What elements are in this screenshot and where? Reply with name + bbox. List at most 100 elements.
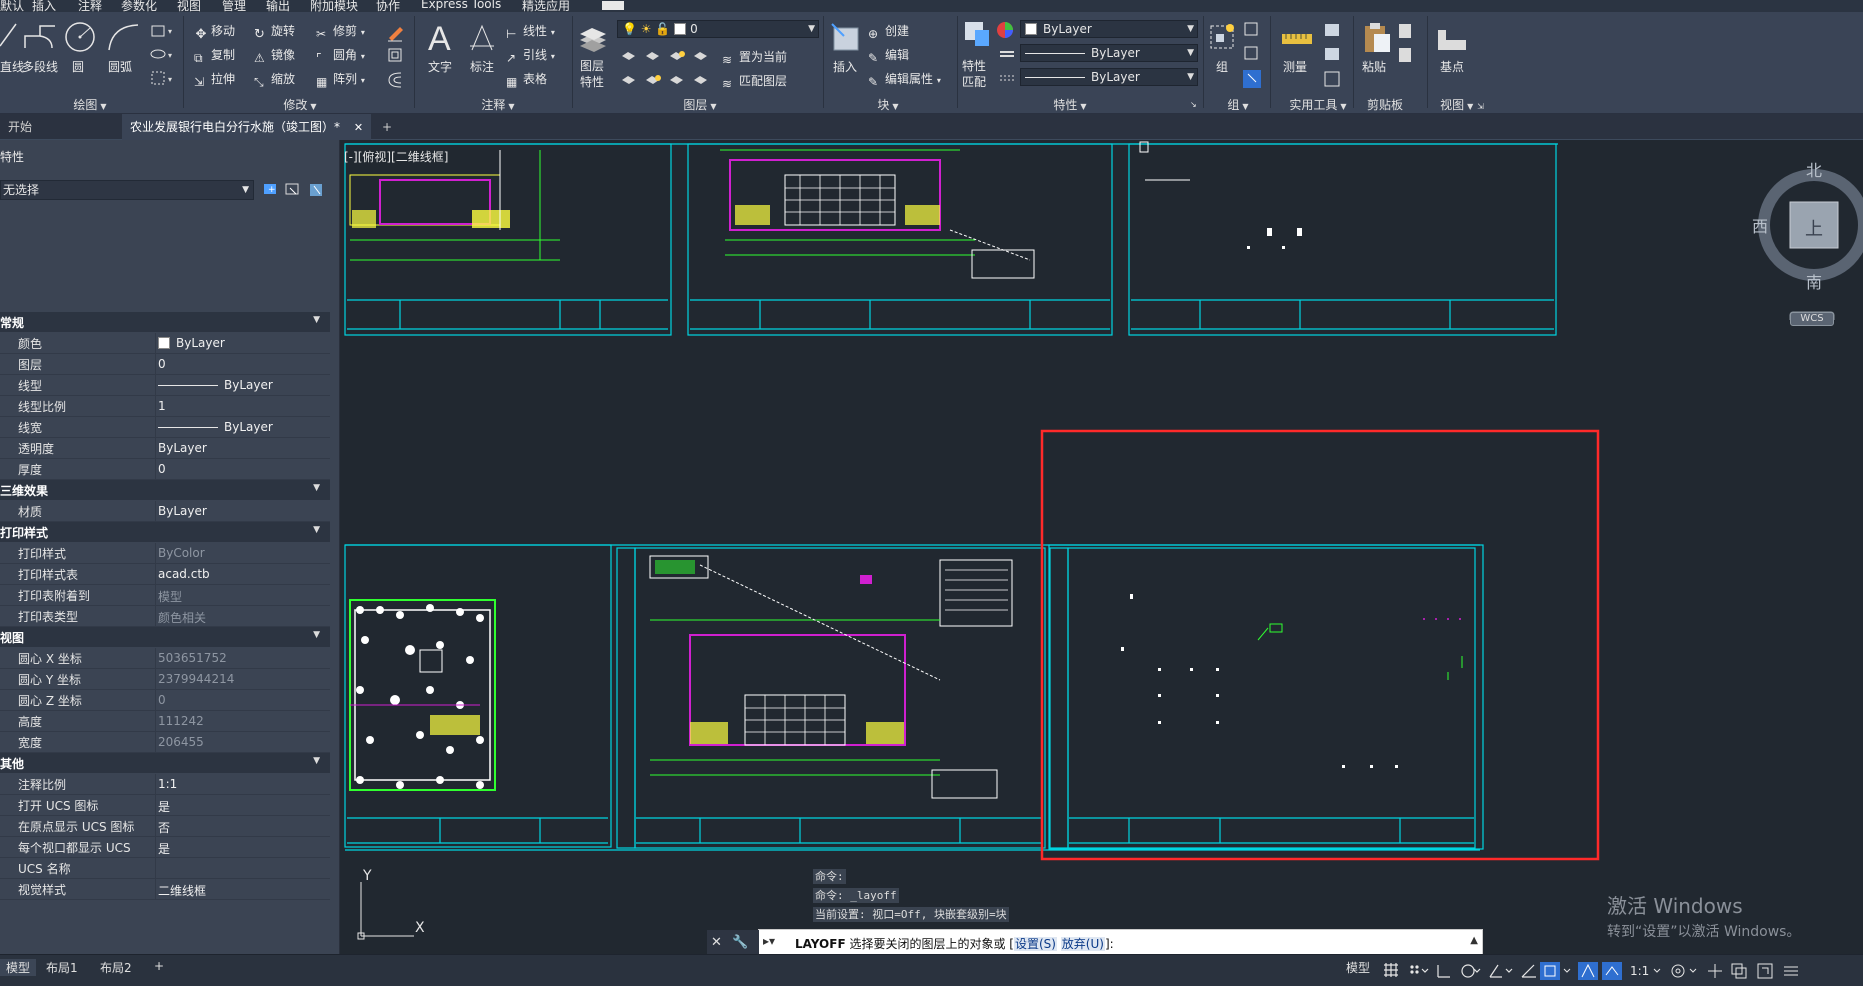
edit-block-button[interactable]: ✎ 编辑 <box>868 46 909 65</box>
clipboard-panel-title[interactable]: 剪贴板 <box>1335 96 1435 112</box>
tab-active-drawing[interactable]: 农业发展银行电白分行水施（竣工图）* ✕ <box>122 114 372 140</box>
draw-panel-title[interactable]: 绘图 ▼ <box>40 96 140 112</box>
property-row[interactable]: 圆心 Z 坐标 0 <box>0 690 330 711</box>
mirror-button[interactable]: ⚠ 镜像 <box>254 46 295 65</box>
block-panel-title[interactable]: 块 ▼ <box>838 96 938 112</box>
dimension-button[interactable]: 标注 <box>470 58 494 75</box>
color-dropdown[interactable]: ByLayer ▼ <box>1020 20 1198 38</box>
collapse-icon[interactable]: ▼ <box>313 483 320 493</box>
selection-tools-icons[interactable]: + <box>262 180 332 200</box>
tab-collaborate[interactable]: 协作 <box>376 0 400 12</box>
circle-button[interactable]: 圆 <box>72 58 84 75</box>
line-button[interactable]: 直线 <box>0 58 24 75</box>
command-line[interactable]: ✕ 🔧 ▸▾ LAYOFF 选择要关闭的图层上的对象或 [设置(S) 放弃(U)… <box>707 929 1483 956</box>
property-row[interactable]: 线宽 ByLayer <box>0 417 330 438</box>
property-row[interactable]: 高度 111242 <box>0 711 330 732</box>
collapse-icon[interactable]: ▼ <box>313 525 320 535</box>
property-value[interactable]: 是 <box>158 798 170 815</box>
layer-properties-icon[interactable] <box>578 26 608 58</box>
insert-button[interactable]: 插入 <box>833 58 857 75</box>
history-up-icon[interactable]: ▲ <box>1470 935 1478 946</box>
property-section-header[interactable]: 三维效果 ▼ <box>0 480 330 500</box>
measure-icon[interactable] <box>1280 26 1314 52</box>
line-icon[interactable] <box>0 20 20 52</box>
property-value[interactable]: ByLayer <box>158 420 273 434</box>
property-value[interactable]: 1:1 <box>158 777 177 791</box>
rotate-button[interactable]: ↻ 旋转 <box>254 22 295 42</box>
match-properties-button[interactable]: 特性匹配 <box>962 58 990 90</box>
create-block-button[interactable]: ⊕ 创建 <box>868 22 909 41</box>
polyline-button[interactable]: 多段线 <box>22 58 58 75</box>
collapse-icon[interactable]: ▼ <box>313 630 320 640</box>
property-value[interactable]: ByLayer <box>158 378 273 392</box>
property-row[interactable]: 打印样式 ByColor <box>0 543 330 564</box>
property-row[interactable]: 透明度 ByLayer <box>0 438 330 459</box>
viewcube[interactable]: 上 北 南 西 <box>1752 160 1863 327</box>
property-row[interactable]: 视觉样式 二维线框 <box>0 879 330 900</box>
property-section-header[interactable]: 打印样式 ▼ <box>0 522 330 542</box>
cut-copy-icons[interactable] <box>1396 20 1416 70</box>
linetype-dropdown[interactable]: ByLayer ▼ <box>1020 44 1198 62</box>
property-value[interactable]: acad.ctb <box>158 567 210 581</box>
scale-button[interactable]: ⤡ 缩放 <box>254 70 295 89</box>
cad-drawing[interactable]: [-][俯视][二维线框] Y X <box>341 141 1863 954</box>
viewport-label[interactable]: [-][俯视][二维线框] <box>344 149 448 164</box>
tab-insert[interactable]: 插入 <box>32 0 56 12</box>
dialog-launcher-icon[interactable]: ↘ <box>1190 100 1197 109</box>
property-row[interactable]: 宽度 206455 <box>0 732 330 753</box>
add-layout-button[interactable]: + <box>154 959 164 973</box>
paste-icon[interactable] <box>1362 20 1392 54</box>
erase-icon[interactable] <box>386 22 406 42</box>
status-toggles[interactable]: 1:1 <box>1382 961 1862 983</box>
fillet-button[interactable]: ⌜ 圆角 ▾ <box>316 46 365 65</box>
layers-panel-title[interactable]: 图层 ▼ <box>650 96 750 112</box>
match-properties-icon[interactable] <box>963 20 993 50</box>
property-row[interactable]: 在原点显示 UCS 图标 否 <box>0 816 330 837</box>
insert-block-icon[interactable] <box>828 20 862 54</box>
annotation-panel-title[interactable]: 注释 ▼ <box>448 96 548 112</box>
base-point-icon[interactable] <box>1436 26 1468 52</box>
tab-featured-apps[interactable]: 精选应用 <box>522 0 570 12</box>
array-button[interactable]: ▦ 阵列 ▾ <box>316 70 365 89</box>
property-value[interactable]: 是 <box>158 840 170 857</box>
text-icon[interactable]: A <box>426 20 456 56</box>
table-button[interactable]: ▦ 表格 <box>506 70 547 89</box>
property-value[interactable]: ByLayer <box>158 504 207 518</box>
wcs-menu[interactable]: WCS <box>1790 312 1834 326</box>
linear-dim-button[interactable]: ⊢ 线性 ▾ <box>506 22 555 41</box>
match-layer-button[interactable]: ≋ 匹配图层 <box>722 72 787 91</box>
compass-north[interactable]: 北 <box>1806 161 1822 180</box>
group-tools-icons[interactable] <box>1242 20 1264 96</box>
property-row[interactable]: 注释比例 1:1 <box>0 774 330 795</box>
color-wheel-icon[interactable] <box>995 20 1015 40</box>
set-current-layer-button[interactable]: ≋ 置为当前 <box>722 48 787 67</box>
property-row[interactable]: 打印表类型 颜色相关 <box>0 606 330 627</box>
polyline-icon[interactable] <box>22 22 58 52</box>
property-value[interactable]: ByLayer <box>158 441 207 455</box>
option-undo[interactable]: 放弃(U) <box>1060 937 1105 951</box>
property-value[interactable]: 1 <box>158 399 166 413</box>
property-row[interactable]: 打印表附着到 模型 <box>0 585 330 606</box>
property-row[interactable]: 材质 ByLayer <box>0 501 330 522</box>
groups-panel-title[interactable]: 组 ▼ <box>1198 96 1278 112</box>
tab-express-tools[interactable]: Express Tools <box>421 0 501 11</box>
annotation-scale[interactable]: 1:1 <box>1630 964 1649 978</box>
collapse-icon[interactable]: ▼ <box>313 315 320 325</box>
properties-panel-title[interactable]: 特性 ▼ <box>1020 96 1120 112</box>
property-value[interactable]: 0 <box>158 357 166 371</box>
compass-west[interactable]: 西 <box>1752 217 1768 236</box>
property-row[interactable]: 圆心 X 坐标 503651752 <box>0 648 330 669</box>
tab-start[interactable]: 开始 <box>8 114 32 140</box>
property-section-header[interactable]: 其他 ▼ <box>0 753 330 773</box>
text-button[interactable]: 文字 <box>428 58 452 75</box>
close-tab-icon[interactable]: ✕ <box>354 121 363 134</box>
property-row[interactable]: 颜色 ByLayer <box>0 333 330 354</box>
property-section-header[interactable]: 视图 ▼ <box>0 627 330 647</box>
tab-addins[interactable]: 附加模块 <box>310 0 358 12</box>
model-space-button[interactable]: 模型 <box>1346 959 1370 976</box>
copy-button[interactable]: ⧉ 复制 <box>194 46 235 65</box>
tab-parametric[interactable]: 参数化 <box>121 0 157 12</box>
circle-icon[interactable] <box>63 20 97 54</box>
utility-tools-icons[interactable] <box>1322 20 1342 96</box>
paste-button[interactable]: 粘贴 <box>1362 58 1386 75</box>
